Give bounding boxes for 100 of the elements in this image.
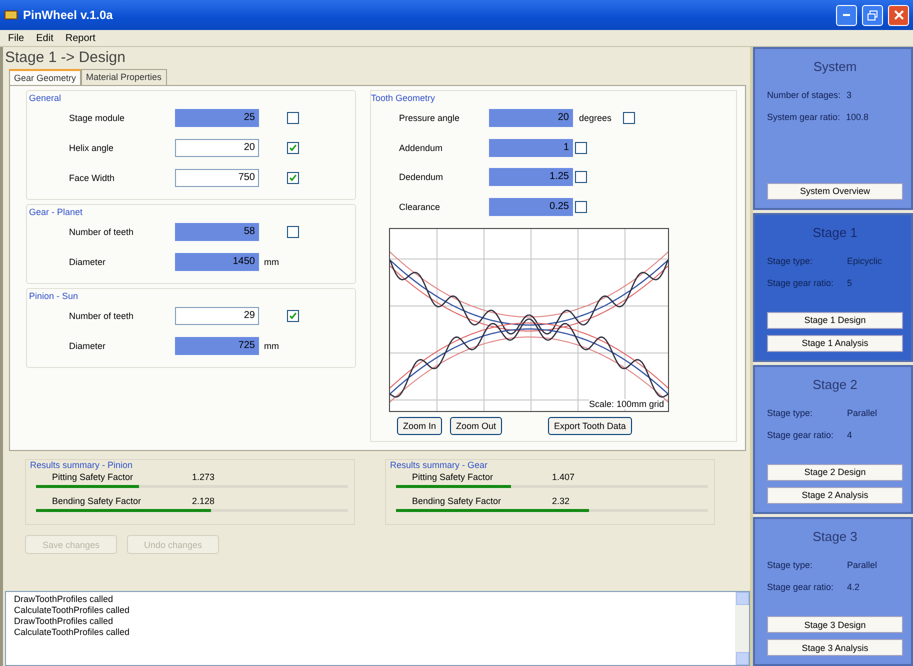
log-line: DrawToothProfiles called	[14, 616, 114, 627]
checkbox[interactable]	[287, 310, 299, 322]
input-field[interactable]: 25	[175, 109, 259, 127]
info-value: 3	[846, 90, 852, 100]
info-value: 5	[847, 278, 852, 288]
log-line: CalculateToothProfiles called	[14, 605, 131, 616]
field-label: Dedendum	[398, 172, 444, 182]
menu-item[interactable]: Edit	[36, 32, 54, 44]
panel-button[interactable]: Stage 3 Analysis	[767, 639, 903, 656]
sidebar-panel[interactable]: System Number of stages: 3 System gear ratio: 100.8 System Overview	[753, 47, 913, 210]
checkbox[interactable]	[575, 201, 587, 214]
info-label: Stage type:	[767, 408, 814, 418]
input-field[interactable]: 750	[175, 169, 259, 187]
log-line: CalculateToothProfiles called	[14, 627, 131, 638]
result-label: Bending Safety Factor	[52, 496, 142, 506]
result-label: Bending Safety Factor	[412, 496, 502, 506]
panel-button[interactable]: Stage 2 Analysis	[767, 486, 903, 504]
input-field[interactable]: 0.25	[489, 198, 573, 216]
input-field[interactable]: 29	[175, 307, 259, 325]
field-label: Clearance	[398, 202, 442, 212]
result-label: Pitting Safety Factor	[412, 472, 494, 482]
info-value: Epicyclic	[847, 256, 882, 266]
input-field[interactable]: 1	[489, 138, 573, 157]
checkbox[interactable]	[575, 171, 587, 184]
result-value: 2.128	[192, 496, 215, 506]
minimize-button[interactable]	[836, 4, 857, 26]
input-field[interactable]: 20	[175, 139, 259, 157]
close-icon	[894, 10, 904, 20]
sidebar-panel[interactable]: Stage 1 Stage type: Epicyclic Stage gear ratio: 5 Stage 1 Design Stage 1 Analysis	[753, 212, 913, 362]
result-label: Pitting Safety Factor	[52, 472, 134, 482]
input-field[interactable]: 58	[175, 223, 259, 241]
app-icon	[4, 9, 18, 21]
info-value: Parallel	[847, 408, 878, 418]
field-label: Face Width	[68, 173, 116, 183]
plot-button[interactable]: Zoom Out	[450, 417, 502, 435]
unit-label: degrees	[579, 112, 613, 123]
info-label: Stage gear ratio:	[767, 582, 835, 592]
info-value: 4.2	[847, 582, 860, 592]
checkbox[interactable]	[575, 142, 587, 154]
panel-button[interactable]: Stage 3 Design	[767, 616, 903, 634]
group-title: Gear - Planet	[29, 207, 84, 217]
group-title: Results summary - Gear	[390, 460, 489, 470]
panel-button[interactable]: Stage 1 Analysis	[767, 334, 903, 352]
restore-icon	[867, 10, 878, 20]
panel-title: System	[812, 59, 858, 74]
close-button[interactable]	[888, 4, 909, 26]
panel-title: Stage 1	[812, 224, 858, 240]
info-label: Stage type:	[767, 560, 814, 570]
panel-button[interactable]: Stage 1 Design	[767, 312, 903, 329]
info-label: Stage type:	[767, 256, 814, 266]
sidebar-panel[interactable]: Stage 3 Stage type: Parallel Stage gear ratio: 4.2 Stage 3 Design Stage 3 Analysis	[753, 516, 913, 666]
tab[interactable]: Material Properties	[81, 69, 167, 85]
info-label: Stage gear ratio:	[767, 430, 835, 440]
group-title: Pinion - Sun	[29, 291, 80, 301]
field-label: Stage module	[68, 113, 126, 123]
info-value: 4	[847, 430, 852, 440]
window-title: PinWheel v.1.0a	[23, 8, 114, 22]
scale-label: Scale: 100mm grid	[588, 399, 664, 409]
group-title: Tooth Geometry	[371, 93, 436, 103]
field-label: Helix angle	[68, 143, 115, 153]
field-label: Number of teeth	[68, 311, 135, 321]
checkbox[interactable]	[287, 112, 299, 124]
result-value: 2.32	[552, 496, 570, 506]
minimize-icon	[843, 14, 850, 16]
checkbox[interactable]	[287, 142, 299, 154]
info-label: System gear ratio:	[767, 112, 840, 122]
field-label: Pressure angle	[398, 112, 461, 123]
log-line: DrawToothProfiles called	[14, 594, 114, 605]
menu-item[interactable]: Report	[65, 32, 96, 44]
field-label: Addendum	[398, 142, 444, 153]
checkbox[interactable]	[287, 226, 299, 238]
plot-button[interactable]: Zoom In	[397, 417, 442, 435]
input-field[interactable]: 20	[489, 108, 573, 127]
panel-button[interactable]: System Overview	[767, 182, 903, 200]
info-label: Number of stages:	[767, 90, 841, 100]
info-value: Parallel	[847, 560, 878, 570]
info-value: 100.8	[846, 112, 869, 122]
checkbox[interactable]	[287, 172, 299, 184]
result-value: 1.407	[552, 472, 575, 482]
maximize-button[interactable]	[862, 4, 883, 26]
menu-item[interactable]: File	[8, 32, 24, 44]
input-field[interactable]: 1.25	[489, 168, 573, 186]
field-label: Diameter	[68, 257, 107, 267]
panel-title: Stage 3	[812, 528, 858, 544]
unit-label: mm	[264, 257, 280, 267]
input-field[interactable]: 725	[175, 337, 259, 355]
info-label: Stage gear ratio:	[767, 278, 835, 288]
input-field[interactable]: 1450	[175, 253, 259, 271]
group-title: Results summary - Pinion	[30, 460, 134, 470]
page-heading: Stage 1 -> Design	[5, 48, 126, 68]
result-value: 1.273	[192, 472, 215, 482]
panel-title: Stage 2	[812, 376, 858, 392]
field-label: Diameter	[68, 341, 107, 351]
sidebar-panel[interactable]: Stage 2 Stage type: Parallel Stage gear ratio: 4 Stage 2 Design Stage 2 Analysis	[753, 364, 913, 514]
group-title: General	[29, 93, 62, 103]
plot-button[interactable]: Export Tooth Data	[548, 417, 632, 435]
unit-label: mm	[264, 341, 280, 351]
tab[interactable]: Gear Geometry	[9, 69, 82, 85]
panel-button[interactable]: Stage 2 Design	[767, 464, 903, 481]
checkbox[interactable]	[623, 112, 635, 124]
